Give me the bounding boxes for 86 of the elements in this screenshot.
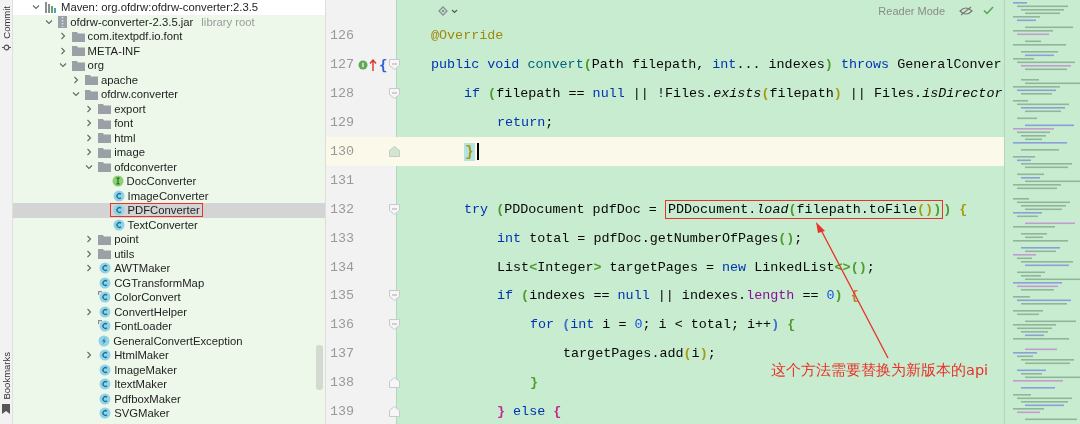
tree-item-label: CGTransformMap [114, 276, 205, 289]
code-line: } [530, 375, 539, 391]
class-icon [98, 276, 112, 289]
class-icon [98, 407, 112, 420]
tree-item-label: font [114, 117, 134, 130]
tree-item-label: point [114, 233, 139, 246]
gutter-brace[interactable]: { [379, 56, 388, 73]
tree-item-label: PDFConverter [127, 204, 200, 217]
class-icon [98, 262, 112, 275]
scrollbar-thumb[interactable] [316, 345, 323, 390]
code-line: } [464, 142, 479, 161]
tree-item-label: ItextMaker [114, 378, 167, 391]
commit-icon [1, 42, 11, 52]
line-number: 127 [328, 57, 354, 73]
exception-class-icon [98, 334, 111, 347]
tree-item-label: PdfboxMaker [114, 392, 181, 405]
tree-item-note: library root [201, 15, 255, 28]
class-icon [111, 218, 125, 231]
tree-item-label: META-INF [87, 44, 141, 57]
line-number: 129 [328, 115, 354, 131]
tree-item[interactable]: PDFConverter [13, 203, 325, 218]
class-icon [98, 291, 112, 304]
line-number: 126 [328, 28, 354, 44]
tree-item-label: TextConverter [127, 218, 198, 231]
class-icon [98, 392, 112, 405]
tree-item-label: ofdconverter [114, 160, 177, 173]
tree-item-label: FontLoader [114, 320, 172, 333]
code-line: if (filepath == null || !Files.exists(filepath) || Files.isDirector [464, 86, 1003, 102]
tree-item-label: ofdrw-converter-2.3.5.jar [70, 15, 194, 28]
tree-item-label: HtmlMaker [114, 349, 169, 362]
tree-item-label: utils [114, 247, 135, 260]
class-icon [98, 363, 112, 376]
line-number: 139 [328, 404, 354, 419]
tool-window-tab[interactable]: Commit [0, 6, 12, 39]
tree-item-label: ConvertHelper [114, 305, 188, 318]
code-line: @Override [431, 28, 504, 44]
code-line: return; [497, 115, 554, 131]
archive-icon [58, 15, 68, 28]
line-number: 137 [328, 346, 354, 362]
class-icon [98, 305, 112, 318]
tree-item-label: export [114, 102, 146, 115]
line-number: 128 [328, 86, 354, 102]
check-icon[interactable] [983, 6, 994, 16]
tree-item-label: org [87, 59, 104, 72]
tree-item-label: DocConverter [126, 175, 197, 188]
line-number: 131 [328, 172, 354, 188]
up-arrow-icon[interactable] [369, 58, 377, 71]
tree-item-label: AWTMaker [114, 262, 171, 275]
line-number: 135 [328, 288, 354, 304]
line-number: 133 [328, 230, 354, 246]
line-number: 130 [328, 144, 354, 159]
tree-item-label: com.itextpdf.io.font [87, 30, 183, 43]
annotation-text: 这个方法需要替换为新版本的api [771, 361, 989, 380]
line-number: 138 [328, 375, 354, 391]
tree-item-label: ColorConvert [114, 291, 181, 304]
code-editor[interactable] [326, 0, 1004, 424]
line-number: 134 [328, 259, 354, 275]
tree-item-label: ImageConverter [127, 189, 209, 202]
tool-window-tab[interactable]: Bookmarks [0, 352, 12, 400]
class-icon [111, 189, 125, 202]
tree-item-label: Maven: org.ofdrw:ofdrw-converter:2.3.5 [61, 1, 259, 14]
eye-slash-icon[interactable] [959, 5, 973, 16]
tree-item-label: html [114, 131, 136, 144]
code-line: int total = pdfDoc.getNumberOfPages(); [497, 230, 803, 246]
interface-icon [111, 175, 124, 188]
code-line: public void convert(Path filepath, int... indexes) throws GeneralConver [431, 57, 1002, 73]
code-line: for (int i = 0; i < total; i++) { [530, 317, 796, 333]
line-number: 136 [328, 317, 354, 333]
tree-item-label: ofdrw.converter [100, 88, 179, 101]
tree-item-label: apache [100, 73, 138, 86]
code-line: targetPages.add(i); [563, 346, 716, 362]
class-icon [98, 349, 112, 362]
tree-item-label: ImageMaker [114, 363, 177, 376]
class-icon [98, 320, 112, 333]
implements-icon[interactable] [358, 59, 368, 70]
library-icon [45, 1, 58, 13]
code-line: } else { [497, 404, 562, 419]
tree-item-label: image [114, 146, 145, 159]
tree-item[interactable]: Maven: org.ofdrw:ofdrw-converter:2.3.5 [13, 0, 325, 15]
bookmark-icon [2, 404, 10, 414]
code-line: try (PDDocument pdfDoc = PDDocument.load(filepath.toFile())) { [464, 199, 968, 219]
line-number: 132 [328, 201, 354, 217]
class-icon [111, 204, 125, 217]
tree-item-label: SVGMaker [114, 407, 170, 420]
tree-item-label: GeneralConvertException [113, 334, 243, 347]
class-icon [98, 378, 112, 391]
